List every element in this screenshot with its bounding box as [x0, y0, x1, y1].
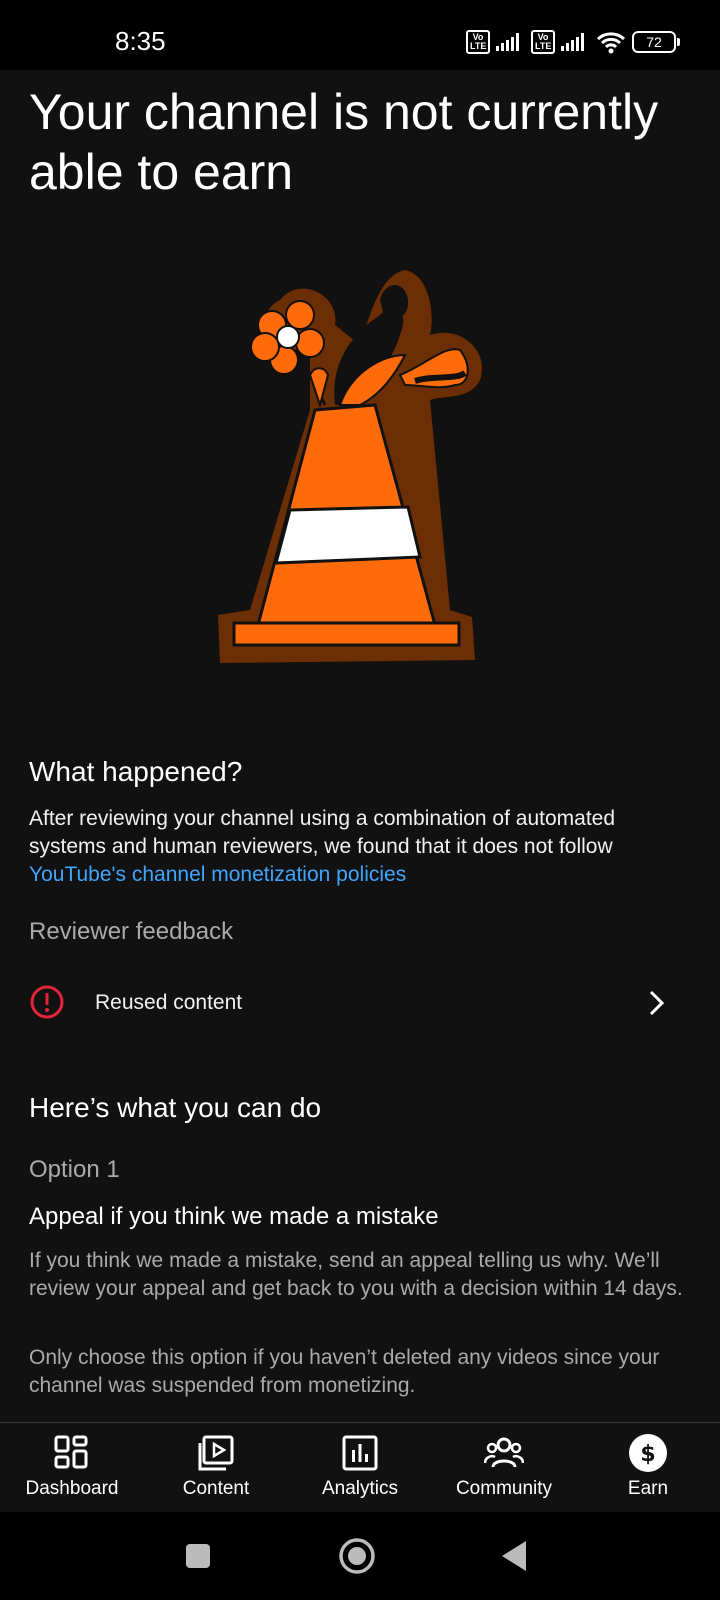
signal-icon-1	[496, 33, 519, 51]
reviewer-feedback-heading: Reviewer feedback	[29, 918, 234, 945]
wifi-icon	[596, 32, 626, 54]
status-time: 8:35	[115, 26, 166, 56]
status-bar: 8:35 Vo LTE Vo LTE 72	[0, 0, 720, 70]
home-icon[interactable]	[338, 1537, 376, 1575]
analytics-icon	[342, 1435, 378, 1471]
nav-content-label: Content	[182, 1478, 250, 1499]
battery-icon: 72	[632, 31, 680, 53]
earn-icon: $	[629, 1434, 667, 1472]
nav-analytics-label: Analytics	[321, 1478, 399, 1499]
battery-level: 72	[632, 31, 676, 53]
svg-text:$: $	[640, 1442, 655, 1467]
nav-analytics[interactable]: Analytics	[288, 1423, 432, 1513]
reused-content-label: Reused content	[95, 991, 243, 1014]
status-icons: Vo LTE Vo LTE 72	[466, 30, 680, 54]
bottom-navigation: Dashboard Content Analytics Community $ …	[0, 1422, 720, 1513]
what-you-can-do-heading: Here’s what you can do	[29, 1092, 322, 1123]
nav-community[interactable]: Community	[432, 1423, 576, 1513]
what-happened-text: After reviewing your channel using a com…	[29, 807, 616, 858]
content-scroll-area[interactable]: Your channel is not currently able to ea…	[0, 70, 720, 1422]
back-icon[interactable]	[500, 1539, 528, 1573]
traffic-cone-illustration	[218, 270, 482, 663]
option-label: Option 1	[29, 1156, 120, 1183]
volte-badge-2: Vo LTE	[531, 30, 555, 54]
recent-apps-icon[interactable]	[184, 1542, 212, 1570]
community-icon	[484, 1437, 524, 1468]
nav-earn[interactable]: $ Earn	[576, 1423, 720, 1513]
nav-content[interactable]: Content	[144, 1423, 288, 1513]
content-icon	[198, 1435, 234, 1471]
chevron-right-icon	[649, 990, 665, 1016]
appeal-option-title: Appeal if you think we made a mistake	[29, 1203, 439, 1230]
dashboard-icon	[54, 1435, 88, 1469]
what-happened-heading: What happened?	[29, 756, 243, 787]
system-navigation-bar	[0, 1512, 720, 1600]
page-title: Your channel is not currently able to ea…	[29, 84, 659, 200]
volte-badge-1: Vo LTE	[466, 30, 490, 54]
reused-content-row[interactable]: Reused content	[0, 975, 720, 1035]
what-happened-body: After reviewing your channel using a com…	[29, 805, 689, 889]
appeal-option-description: If you think we made a mistake, send an …	[29, 1249, 683, 1300]
monetization-policies-link[interactable]: YouTube's channel monetization policies	[29, 861, 689, 889]
nav-dashboard-label: Dashboard	[25, 1478, 119, 1499]
nav-community-label: Community	[455, 1478, 553, 1499]
appeal-option-note: Only choose this option if you haven’t d…	[29, 1346, 660, 1397]
signal-icon-2	[561, 33, 584, 51]
nav-earn-label: Earn	[627, 1478, 669, 1499]
alert-icon	[30, 985, 64, 1019]
nav-dashboard[interactable]: Dashboard	[0, 1423, 144, 1513]
